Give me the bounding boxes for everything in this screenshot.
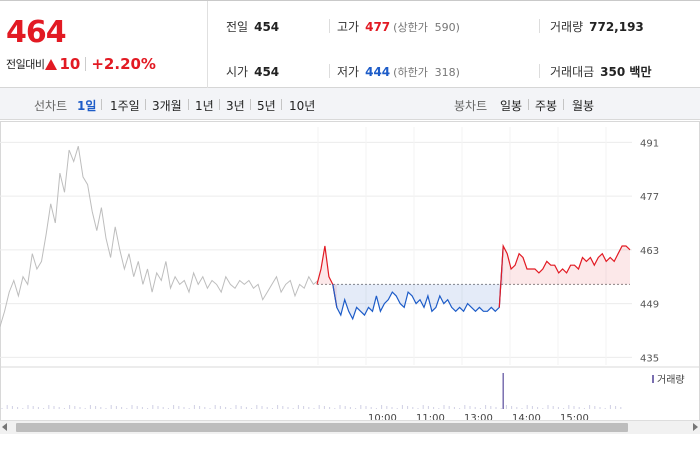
tab-5year[interactable]: 5년 xyxy=(257,97,276,114)
scroll-right-icon[interactable] xyxy=(693,423,698,431)
high-label: 고가 xyxy=(337,20,360,34)
amount-label: 거래대금 xyxy=(550,65,595,79)
upper-limit-label: (상한가 xyxy=(393,21,428,34)
prev-close: 전일 454 xyxy=(226,18,279,35)
scroll-thumb[interactable] xyxy=(16,423,628,432)
divider xyxy=(219,99,220,110)
lower-limit-value: 318) xyxy=(434,66,460,79)
quote-grid: 전일 454 고가 477 (상한가 590) 거래량 772,193 시가 454 저가… xyxy=(209,1,700,88)
divider xyxy=(329,64,330,78)
volume-legend-swatch xyxy=(652,375,654,383)
low-label: 저가 xyxy=(337,65,360,79)
line-chart-title: 선차트 xyxy=(34,99,68,113)
quote-panel: 464 전일대비 10 +2.20% 전일 454 고가 477 (상한가 590) … xyxy=(0,0,700,88)
trade-amount: 거래대금 350 백만 xyxy=(550,63,651,80)
divider xyxy=(188,99,189,110)
prev-close-value: 454 xyxy=(254,20,280,34)
change-rate: +2.20% xyxy=(91,55,156,73)
divider xyxy=(85,57,87,71)
volume: 거래량 772,193 xyxy=(550,18,644,35)
divider xyxy=(539,19,540,33)
y-tick-label: 463 xyxy=(640,246,659,257)
divider xyxy=(101,99,102,110)
divider xyxy=(539,64,540,78)
volume-legend-label: 거래량 xyxy=(657,374,685,386)
price-chart-svg: 491477463449435거래량10:00 11:00 13:00 14:00 15… xyxy=(0,121,700,421)
y-tick-label: 449 xyxy=(640,300,659,311)
low-price: 저가 444 (하한가 318) xyxy=(337,63,460,80)
high-value: 477 xyxy=(365,20,391,34)
upper-limit-value: 590) xyxy=(434,21,460,34)
scroll-left-icon[interactable] xyxy=(2,423,7,431)
change-label: 전일대비 xyxy=(6,58,45,71)
prev-close-label: 전일 xyxy=(226,20,249,34)
divider xyxy=(528,99,529,110)
candle-chart-title: 봉차트 xyxy=(454,99,488,113)
area-above-baseline xyxy=(317,246,337,308)
tab-weekly-candle[interactable]: 주봉 xyxy=(535,97,557,114)
current-price-box: 464 전일대비 10 +2.20% xyxy=(0,1,208,88)
divider xyxy=(329,19,330,33)
y-tick-label: 491 xyxy=(640,138,659,149)
lower-limit-label: (하한가 xyxy=(393,66,428,79)
volume-label: 거래량 xyxy=(550,20,584,34)
period-tab-bar: 선차트 1일 1주일 3개월 1년 3년 5년 10년 봉차트 일봉 주봉 월봉 xyxy=(0,88,700,120)
up-triangle-icon xyxy=(45,58,58,70)
open-label: 시가 xyxy=(226,65,249,79)
tab-1day[interactable]: 1일 xyxy=(77,97,96,114)
divider xyxy=(563,99,564,110)
chart-scrollbar[interactable] xyxy=(0,420,700,434)
tab-3month[interactable]: 3개월 xyxy=(152,97,182,114)
open-value: 454 xyxy=(254,65,280,79)
amount-value: 350 백만 xyxy=(600,65,652,79)
tab-10year[interactable]: 10년 xyxy=(289,97,315,114)
area-below-baseline xyxy=(332,246,504,319)
open-price: 시가 454 xyxy=(226,63,279,80)
price-chart[interactable]: 491 477 463 449 435 거래량 10:00 11:00 13:00 14:00 15… xyxy=(0,121,700,421)
low-value: 444 xyxy=(365,65,391,79)
tab-monthly-candle[interactable]: 월봉 xyxy=(572,97,594,114)
current-price: 464 xyxy=(6,15,67,50)
volume-value: 772,193 xyxy=(589,20,644,34)
tab-daily-candle[interactable]: 일봉 xyxy=(500,97,522,114)
tab-3year[interactable]: 3년 xyxy=(226,97,245,114)
change-row: 전일대비 10 +2.20% xyxy=(6,55,156,73)
y-tick-label: 435 xyxy=(640,353,659,364)
tab-1year[interactable]: 1년 xyxy=(195,97,214,114)
divider xyxy=(145,99,146,110)
tab-1week[interactable]: 1주일 xyxy=(110,97,140,114)
divider xyxy=(250,99,251,110)
change-value: 10 xyxy=(59,55,81,73)
series-previous-day xyxy=(0,146,319,327)
high-price: 고가 477 (상한가 590) xyxy=(337,18,460,35)
y-tick-label: 477 xyxy=(640,192,659,203)
divider xyxy=(281,99,282,110)
